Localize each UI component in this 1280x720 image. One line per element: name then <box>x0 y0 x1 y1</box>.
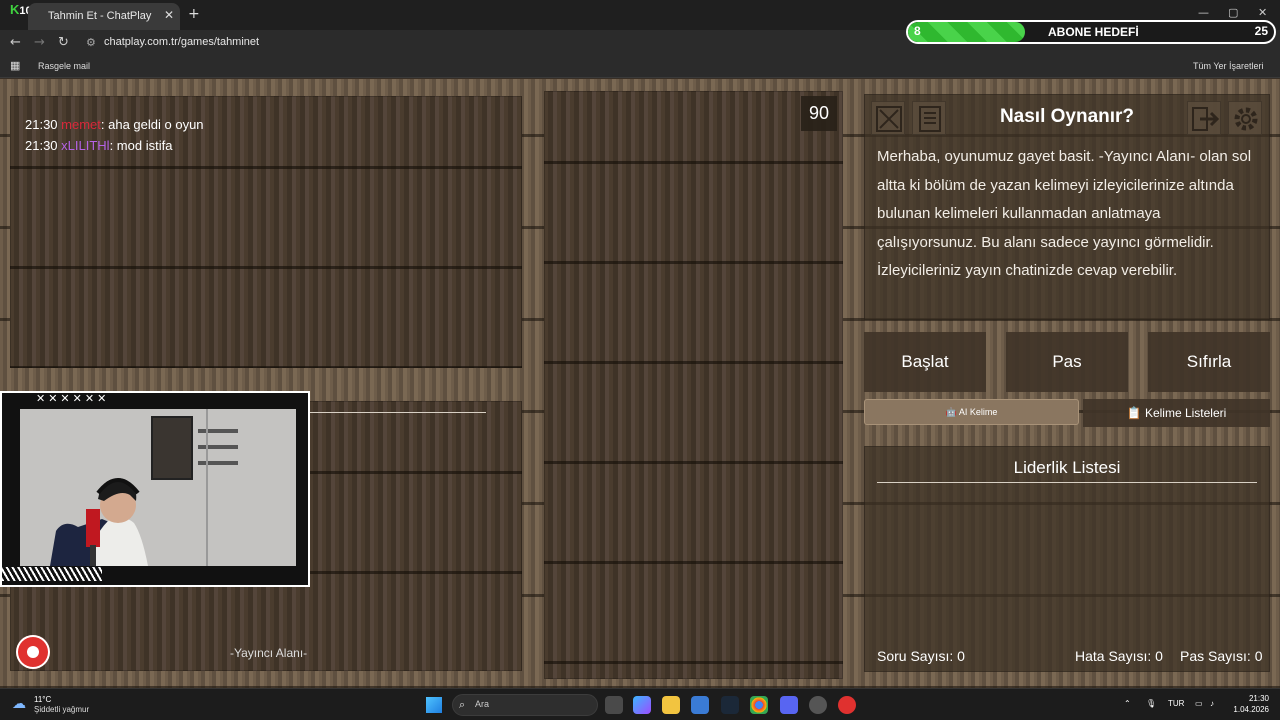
site-info-icon[interactable]: ⚙ <box>86 36 96 49</box>
chrome-icon[interactable] <box>750 696 768 714</box>
ai-word-button[interactable]: 🤖 AI Kelime <box>864 399 1079 425</box>
url-field[interactable]: chatplay.com.tr/games/tahminet <box>104 36 259 48</box>
steam-icon[interactable] <box>721 696 739 714</box>
webcam-decoration-marks: ✕✕✕✕✕✕ <box>36 392 110 405</box>
all-bookmarks-folder[interactable]: Tüm Yer İşaretleri <box>1193 61 1264 71</box>
chat-text: : aha geldi o oyun <box>100 117 204 132</box>
settings-gear-icon[interactable] <box>1228 101 1262 135</box>
chat-username[interactable]: memet <box>61 117 101 132</box>
reload-button[interactable]: ↻ <box>58 35 69 50</box>
taskbar-search[interactable]: ⌕ Ara <box>452 694 598 716</box>
search-placeholder: Ara <box>475 699 490 709</box>
webcam-stripes <box>2 567 102 581</box>
apps-grid-icon[interactable]: ▦ <box>10 59 20 72</box>
windows-taskbar: ☁ 11°C Şiddetli yağmur ⌕ Ara ⌃ 🎙 TUR ▭ ♪… <box>0 688 1280 720</box>
leaderboard-panel <box>864 446 1270 672</box>
language-indicator[interactable]: TUR <box>1168 699 1184 708</box>
back-button[interactable]: ← <box>10 35 21 50</box>
subscriber-goal-bar: 8 ABONE HEDEFİ 25 <box>906 20 1276 44</box>
streamer-area-label: -Yayıncı Alanı- <box>230 646 308 660</box>
countdown-timer: 90 <box>801 96 837 131</box>
reset-button[interactable]: Sıfırla <box>1148 332 1270 392</box>
leaderboard-title: Liderlik Listesi <box>1013 458 1121 477</box>
search-icon: ⌕ <box>459 698 466 711</box>
chat-text: : mod istifa <box>109 138 173 153</box>
question-count: Soru Sayısı: 0 <box>877 648 965 664</box>
webcam-video <box>20 409 296 566</box>
pass-count: Pas Sayısı: 0 <box>1180 648 1263 664</box>
windows-start-icon[interactable] <box>426 697 442 713</box>
chat-message: 21:30 xLILITHl: mod istifa <box>25 138 172 153</box>
task-view-icon[interactable] <box>605 696 623 714</box>
microphone-icon[interactable]: 🎙 <box>1146 699 1156 708</box>
chat-message: 21:30 memet: aha geldi o oyun <box>25 117 204 132</box>
weather-temperature[interactable]: 11°C <box>34 695 51 704</box>
word-panel <box>544 91 843 679</box>
clock-time: 21:30 <box>1248 694 1269 703</box>
network-icon[interactable]: ▭ <box>1195 699 1203 708</box>
start-button[interactable]: Başlat <box>864 332 986 392</box>
obs-icon[interactable] <box>809 696 827 714</box>
webcam-overlay <box>0 391 310 587</box>
fullscreen-icon[interactable] <box>871 101 905 135</box>
discord-icon[interactable] <box>780 696 798 714</box>
pass-button[interactable]: Pas <box>1006 332 1128 392</box>
help-text: Merhaba, oyunumuz gayet basit. -Yayıncı … <box>877 148 1252 279</box>
weather-description[interactable]: Şiddetli yağmur <box>34 705 89 714</box>
subscriber-goal-target: 25 <box>1254 24 1268 38</box>
logout-icon[interactable] <box>1187 101 1221 135</box>
weather-icon[interactable]: ☁ <box>12 696 26 712</box>
bookmark-rasgele-mail[interactable]: Rasgele mail <box>38 61 90 71</box>
browser-tab[interactable]: Tahmin Et - ChatPlay ✕ <box>28 3 180 30</box>
chat-time: 21:30 <box>25 138 58 153</box>
close-window-button[interactable]: ✕ <box>1258 6 1267 19</box>
copilot-icon[interactable] <box>633 696 651 714</box>
chat-time: 21:30 <box>25 117 58 132</box>
volume-icon[interactable]: ♪ <box>1210 699 1214 708</box>
word-lists-button[interactable]: 📋 Kelime Listeleri <box>1083 399 1270 427</box>
maximize-button[interactable]: ▢ <box>1228 6 1238 19</box>
tray-expand-icon[interactable]: ⌃ <box>1124 699 1131 708</box>
forward-button[interactable]: → <box>34 35 45 50</box>
clock-date: 1.04.2026 <box>1233 705 1269 714</box>
help-title: Nasıl Oynanır? <box>999 106 1135 127</box>
streamer-area-divider <box>310 412 486 413</box>
document-icon[interactable] <box>912 101 946 135</box>
record-button[interactable] <box>16 635 50 669</box>
chat-panel <box>10 96 522 368</box>
store-icon[interactable] <box>691 696 709 714</box>
subscriber-goal-current: 8 <box>914 24 921 38</box>
subscriber-goal-title: ABONE HEDEFİ <box>1048 25 1139 39</box>
chat-username[interactable]: xLILITHl <box>61 138 109 153</box>
subscriber-goal-fill <box>908 22 1026 42</box>
error-count: Hata Sayısı: 0 <box>1075 648 1163 664</box>
bookmarks-bar: ▦ Rasgele mail Tüm Yer İşaretleri <box>0 56 1280 78</box>
tab-close-icon[interactable]: ✕ <box>164 8 174 22</box>
taskbar-clock[interactable]: 21:30 1.04.2026 <box>1233 693 1269 715</box>
minimize-button[interactable]: — <box>1198 6 1209 19</box>
tab-title: Tahmin Et - ChatPlay <box>48 10 152 22</box>
app-icon[interactable] <box>838 696 856 714</box>
new-tab-button[interactable]: + <box>188 6 200 22</box>
leaderboard-divider <box>877 482 1257 483</box>
file-explorer-icon[interactable] <box>662 696 680 714</box>
